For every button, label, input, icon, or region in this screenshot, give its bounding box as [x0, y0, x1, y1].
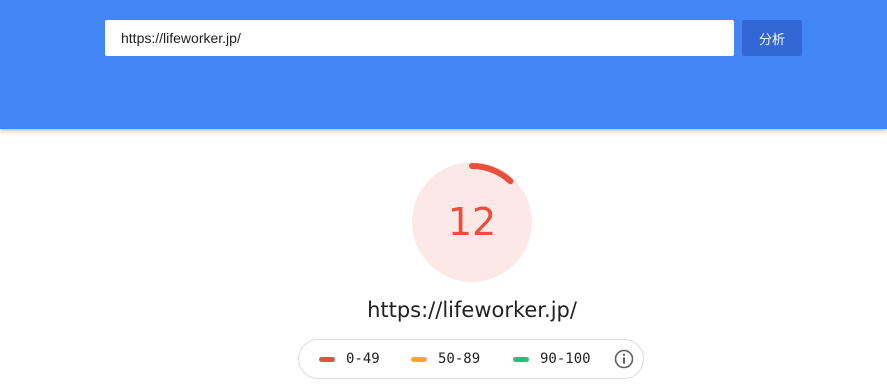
legend-label-average: 50-89 — [438, 351, 481, 367]
legend-swatch-average — [411, 357, 427, 362]
score-legend: 0-49 50-89 90-100 — [298, 339, 644, 379]
analyze-button[interactable]: 分析 — [742, 20, 802, 56]
url-input[interactable] — [105, 20, 734, 56]
legend-label-fail: 0-49 — [346, 351, 380, 367]
analyzed-page-url: https://lifeworker.jp/ — [367, 298, 577, 322]
legend-swatch-fail — [319, 357, 335, 362]
legend-swatch-pass — [513, 357, 529, 362]
score-gauge: 12 — [410, 160, 534, 284]
header-bar: 分析 — [0, 0, 887, 129]
performance-score: 12 — [447, 200, 497, 244]
info-icon[interactable] — [614, 349, 634, 369]
legend-label-pass: 90-100 — [540, 351, 591, 367]
